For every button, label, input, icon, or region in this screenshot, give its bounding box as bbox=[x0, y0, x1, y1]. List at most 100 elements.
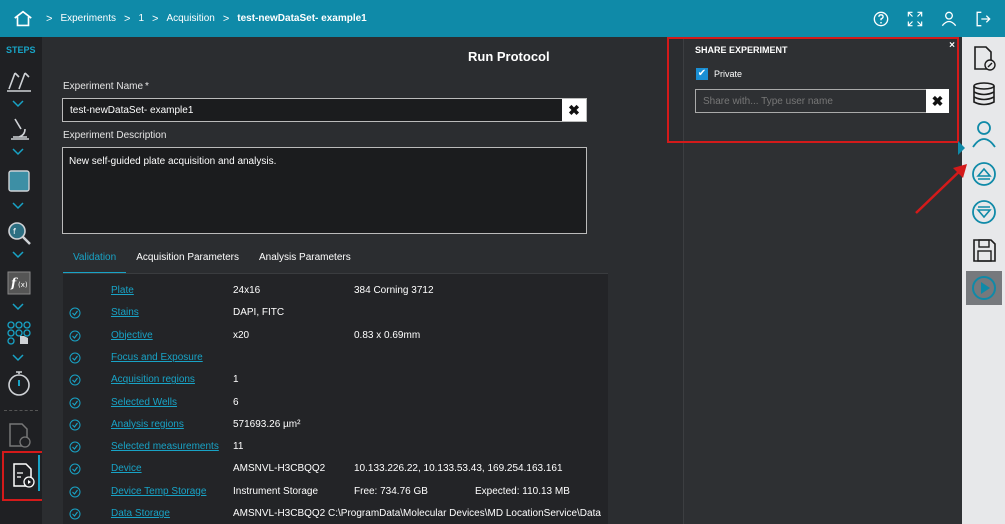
chevron-right-icon: > bbox=[46, 12, 53, 25]
table-row: Selected Wells 6 bbox=[63, 394, 608, 416]
step-wells-icon[interactable] bbox=[5, 319, 33, 347]
annotation-arrow bbox=[915, 164, 967, 214]
database-icon bbox=[973, 82, 995, 106]
validation-link[interactable]: Analysis regions bbox=[111, 419, 184, 430]
check-circle-icon bbox=[69, 441, 81, 453]
check-circle-icon bbox=[69, 419, 81, 431]
chevron-down-icon bbox=[12, 100, 24, 108]
database-button[interactable] bbox=[966, 77, 1002, 111]
validation-detail: 384 Corning 3712 bbox=[354, 285, 434, 296]
tabs: Validation Acquisition Parameters Analys… bbox=[63, 244, 361, 274]
tab-acquisition-parameters[interactable]: Acquisition Parameters bbox=[126, 244, 249, 274]
validation-value: x20 bbox=[233, 329, 250, 341]
validation-link[interactable]: Focus and Exposure bbox=[111, 352, 203, 363]
validation-link[interactable]: Stains bbox=[111, 307, 139, 318]
validation-link[interactable]: Device bbox=[111, 463, 142, 474]
share-user-button[interactable] bbox=[966, 117, 1002, 151]
step-timer-icon[interactable] bbox=[5, 370, 33, 398]
validation-link[interactable]: Plate bbox=[111, 285, 134, 296]
chevron-down-icon bbox=[12, 148, 24, 156]
svg-text:(x): (x) bbox=[18, 281, 28, 289]
fullscreen-icon[interactable] bbox=[905, 9, 925, 29]
steps-label: STEPS bbox=[6, 45, 36, 55]
eject-up-icon bbox=[972, 162, 996, 186]
right-toolbar bbox=[958, 37, 1005, 524]
page-title: Run Protocol bbox=[468, 49, 550, 64]
validation-detail: Free: 734.76 GB bbox=[354, 485, 428, 497]
breadcrumb: > Experiments > 1 > Acquisition > test-n… bbox=[38, 13, 367, 25]
chevron-down-icon bbox=[12, 251, 24, 259]
svg-text:f: f bbox=[13, 227, 16, 236]
eject-down-icon bbox=[972, 200, 996, 224]
breadcrumb-acquisition[interactable]: Acquisition bbox=[166, 13, 214, 24]
play-icon bbox=[972, 276, 996, 300]
chevron-down-icon bbox=[12, 354, 24, 362]
table-row: Plate 24x16 384 Corning 3712 bbox=[63, 282, 608, 304]
step-analysis-search-icon[interactable]: f bbox=[5, 219, 33, 247]
steps-sidebar: STEPS f f (x) bbox=[0, 37, 46, 524]
step-saved-protocol-icon[interactable] bbox=[5, 421, 33, 449]
save-button[interactable] bbox=[966, 233, 1002, 267]
experiment-description-value: New self-guided plate acquisition and an… bbox=[69, 156, 277, 167]
validation-value: 6 bbox=[233, 396, 239, 408]
active-tool-marker bbox=[958, 141, 965, 155]
experiment-name-value: test-newDataSet- example1 bbox=[70, 105, 194, 116]
save-icon bbox=[973, 239, 996, 262]
top-bar: > Experiments > 1 > Acquisition > test-n… bbox=[0, 0, 1005, 37]
breadcrumb-current: test-newDataSet- example1 bbox=[237, 13, 367, 24]
table-row: Selected measurements 11 bbox=[63, 438, 608, 460]
validation-value: 571693.26 µm² bbox=[233, 418, 301, 430]
upload-button[interactable] bbox=[966, 157, 1002, 191]
tab-validation[interactable]: Validation bbox=[63, 244, 127, 274]
validation-link[interactable]: Selected Wells bbox=[111, 397, 177, 408]
table-row: Device AMSNVL-H3CBQQ2 10.133.226.22, 10.13… bbox=[63, 460, 608, 482]
chevron-right-icon: > bbox=[222, 12, 230, 25]
step-region-icon[interactable] bbox=[5, 167, 33, 195]
check-circle-icon bbox=[69, 374, 81, 386]
validation-value: 24x16 bbox=[233, 285, 261, 296]
step-plate-setup-icon[interactable] bbox=[5, 67, 33, 95]
validation-detail: 10.133.226.22, 10.133.53.43, 169.254.163… bbox=[354, 463, 563, 475]
table-row: Focus and Exposure bbox=[63, 349, 608, 371]
chevron-right-icon: > bbox=[124, 12, 131, 25]
validation-detail-2: Expected: 110.13 MB bbox=[475, 485, 570, 497]
check-circle-icon bbox=[69, 463, 81, 475]
check-circle-icon bbox=[69, 508, 81, 520]
validation-value: 11 bbox=[233, 441, 244, 453]
chevron-right-icon: > bbox=[152, 12, 159, 25]
table-row: Objective x20 0.83 x 0.69mm bbox=[63, 327, 608, 349]
validation-link[interactable]: Acquisition regions bbox=[111, 374, 195, 385]
validation-value: Instrument Storage bbox=[233, 485, 319, 497]
validation-link[interactable]: Objective bbox=[111, 330, 153, 341]
home-icon[interactable] bbox=[12, 8, 34, 30]
validation-value: AMSNVL-H3CBQQ2 bbox=[233, 463, 326, 475]
validation-link[interactable]: Selected measurements bbox=[111, 441, 219, 452]
share-panel-highlight bbox=[667, 37, 959, 143]
experiment-description-label: Experiment Description bbox=[63, 130, 167, 141]
table-row: Data Storage AMSNVL-H3CBQQ2 C:\ProgramDat… bbox=[63, 505, 608, 524]
validation-link[interactable]: Data Storage bbox=[111, 508, 170, 519]
validation-value: 1 bbox=[233, 374, 239, 386]
logout-icon[interactable] bbox=[973, 9, 993, 29]
user-icon[interactable] bbox=[939, 9, 959, 29]
validation-table: Plate 24x16 384 Corning 3712 Stains DAPI, FI… bbox=[63, 274, 608, 524]
validation-link[interactable]: Device Temp Storage bbox=[111, 486, 206, 497]
document-edit-icon bbox=[974, 46, 996, 71]
active-step-indicator bbox=[38, 455, 40, 491]
check-circle-icon bbox=[69, 486, 81, 498]
clear-name-button[interactable]: ✖ bbox=[562, 99, 586, 121]
experiment-name-field[interactable]: test-newDataSet- example1 ✖ bbox=[62, 98, 587, 122]
step-function-icon[interactable]: f (x) bbox=[5, 269, 33, 297]
breadcrumb-experiment-id[interactable]: 1 bbox=[138, 13, 144, 24]
step-run-protocol-icon[interactable] bbox=[9, 461, 37, 489]
tab-analysis-parameters[interactable]: Analysis Parameters bbox=[249, 244, 361, 274]
help-icon[interactable] bbox=[871, 9, 891, 29]
chevron-down-icon bbox=[12, 303, 24, 311]
experiment-description-field[interactable]: New self-guided plate acquisition and an… bbox=[62, 147, 587, 234]
breadcrumb-experiments[interactable]: Experiments bbox=[60, 13, 116, 24]
experiment-details-button[interactable] bbox=[966, 41, 1002, 75]
step-microscope-icon[interactable] bbox=[5, 115, 33, 143]
check-circle-icon bbox=[69, 352, 81, 364]
run-button[interactable] bbox=[966, 271, 1002, 305]
download-button[interactable] bbox=[966, 195, 1002, 229]
